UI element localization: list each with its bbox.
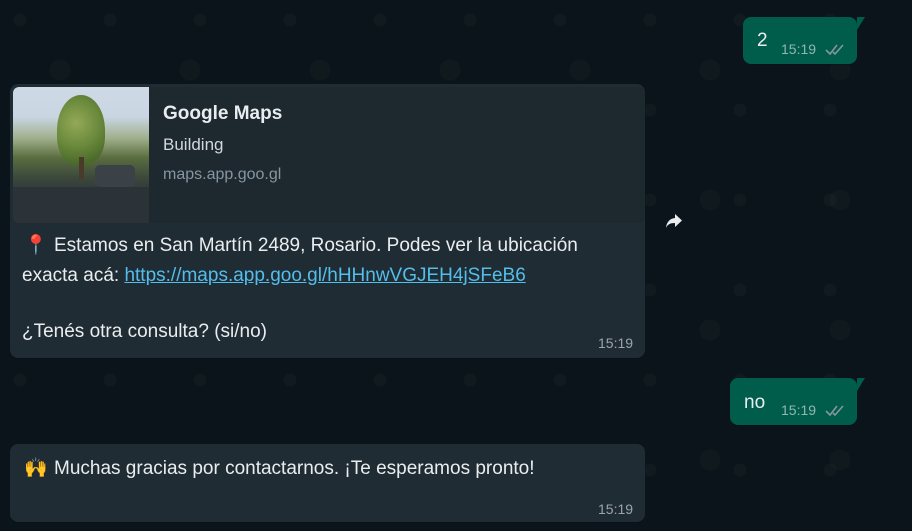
- outgoing-message-2[interactable]: no 15:19: [730, 378, 865, 425]
- thumb-car: [95, 165, 135, 187]
- chat-area: 2 15:19 Google Maps Building maps.app.go…: [0, 0, 912, 531]
- double-check-icon: [825, 44, 844, 56]
- message-time: 15:19: [781, 402, 817, 418]
- message-time: 15:19: [598, 335, 634, 351]
- pin-icon: 📍: [24, 235, 48, 256]
- incoming-message-location[interactable]: Google Maps Building maps.app.goo.gl 📍 Es…: [10, 84, 645, 358]
- forward-button[interactable]: [656, 203, 692, 239]
- message-text: exacta acá:: [22, 265, 125, 286]
- thumb-road: [13, 187, 149, 223]
- message-text: no: [744, 392, 766, 413]
- message-time: 15:19: [781, 41, 817, 57]
- message-line-1: 📍 Estamos en San Martín 2489, Rosario. Po…: [24, 231, 578, 260]
- bubble-tail: [857, 378, 865, 391]
- maps-link[interactable]: https://maps.app.goo.gl/hHHnwVGJEH4jSFeB…: [124, 265, 525, 286]
- link-preview-card[interactable]: Google Maps Building maps.app.goo.gl: [13, 87, 645, 223]
- message-question: ¿Tenés otra consulta? (si/no): [22, 321, 268, 342]
- message-line: 🙌 Muchas gracias por contactarnos. ¡Te es…: [24, 454, 535, 483]
- double-check-icon: [825, 405, 844, 417]
- map-thumbnail: [13, 87, 149, 223]
- thumb-tree: [57, 95, 105, 165]
- preview-title: Google Maps: [163, 103, 283, 124]
- forward-arrow-icon: [666, 214, 682, 228]
- thumb-trunk: [79, 157, 84, 179]
- message-text: Estamos en San Martín 2489, Rosario. Pod…: [54, 235, 578, 256]
- message-line-2: exacta acá: https://maps.app.goo.gl/hHHn…: [22, 261, 526, 290]
- outgoing-message-1[interactable]: 2 15:19: [743, 17, 865, 64]
- message-text: Muchas gracias por contactarnos. ¡Te esp…: [54, 458, 535, 479]
- preview-subtitle: Building: [163, 135, 224, 154]
- bubble-tail: [857, 17, 865, 30]
- incoming-message-thanks[interactable]: 🙌 Muchas gracias por contactarnos. ¡Te es…: [10, 444, 645, 522]
- preview-url: maps.app.goo.gl: [163, 166, 282, 183]
- raised-hands-icon: 🙌: [24, 458, 48, 479]
- message-text: 2: [757, 30, 768, 51]
- message-time: 15:19: [598, 501, 634, 517]
